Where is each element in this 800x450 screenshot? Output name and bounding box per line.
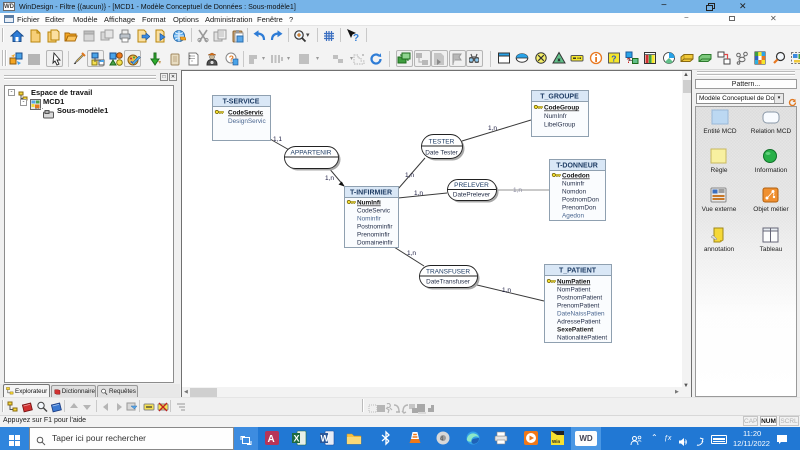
svg-text:PostnomPatient: PostnomPatient	[557, 295, 602, 302]
svg-text:APPARTENIR: APPARTENIR	[291, 150, 332, 157]
svg-text:1,1: 1,1	[273, 136, 282, 143]
svg-text:PRELEVER: PRELEVER	[454, 182, 489, 189]
svg-text:NumInfr: NumInfr	[544, 113, 568, 120]
svg-text:TESTER: TESTER	[429, 139, 455, 146]
svg-text:Nomdon: Nomdon	[562, 189, 587, 196]
svg-text:Date Tester: Date Tester	[425, 150, 458, 157]
svg-text:PostnomDon: PostnomDon	[562, 197, 599, 204]
svg-text:NationalitéPatient: NationalitéPatient	[557, 335, 607, 342]
svg-text:Domaineinfir: Domaineinfir	[357, 240, 394, 247]
svg-text:NumPatien: NumPatien	[557, 279, 590, 286]
svg-text:X: X	[294, 434, 300, 444]
svg-text:?: ?	[611, 54, 616, 64]
svg-text:SexePatient: SexePatient	[557, 327, 594, 334]
svg-text:Agedon: Agedon	[562, 213, 584, 220]
svg-text:T-DONNEUR: T-DONNEUR	[556, 163, 598, 170]
svg-text:AdressePatient: AdressePatient	[557, 319, 601, 326]
svg-text:1,n: 1,n	[405, 172, 414, 179]
svg-text:DateTransfuser: DateTransfuser	[426, 279, 471, 286]
svg-text:1,n: 1,n	[407, 250, 416, 257]
svg-text:LibelGroup: LibelGroup	[544, 122, 576, 129]
svg-text:DateNaissPatien: DateNaissPatien	[557, 311, 605, 318]
svg-text:PrenomDon: PrenomDon	[562, 205, 597, 212]
svg-text:1,n: 1,n	[325, 175, 334, 182]
svg-text:Prenominfir: Prenominfir	[357, 232, 391, 239]
svg-text:1,n: 1,n	[414, 190, 423, 197]
svg-text:1,n: 1,n	[502, 287, 511, 294]
svg-text:Nominfir: Nominfir	[357, 216, 382, 223]
svg-text:T-INFIRMIER: T-INFIRMIER	[350, 190, 392, 197]
svg-text:Codedon: Codedon	[562, 173, 590, 180]
svg-text:?: ?	[353, 33, 359, 44]
svg-text:TRANSFUSER: TRANSFUSER	[426, 269, 470, 276]
svg-text:CodeServic: CodeServic	[357, 208, 391, 215]
svg-text:DatePrelever: DatePrelever	[453, 192, 491, 199]
svg-text:Numinfr: Numinfr	[562, 181, 585, 188]
svg-text:DesignServic: DesignServic	[228, 118, 266, 125]
svg-text:PrenomPatient: PrenomPatient	[557, 303, 599, 310]
svg-text:W: W	[321, 434, 330, 444]
svg-text:T_GROUPE: T_GROUPE	[540, 94, 579, 101]
svg-text:NomPatient: NomPatient	[557, 287, 591, 294]
svg-text:A: A	[268, 434, 275, 445]
svg-text:Postnominfir: Postnominfir	[357, 224, 393, 231]
svg-text:CodeServic: CodeServic	[228, 110, 264, 117]
svg-text:1,n: 1,n	[488, 125, 497, 132]
svg-text:1,n: 1,n	[513, 187, 522, 194]
svg-text:T_PATIENT: T_PATIENT	[559, 268, 597, 275]
svg-text:Win: Win	[552, 439, 560, 444]
svg-text:NumInfi: NumInfi	[357, 200, 381, 207]
svg-text:CodeGroup: CodeGroup	[544, 105, 579, 112]
svg-text:T-SERVICE: T-SERVICE	[223, 99, 260, 106]
